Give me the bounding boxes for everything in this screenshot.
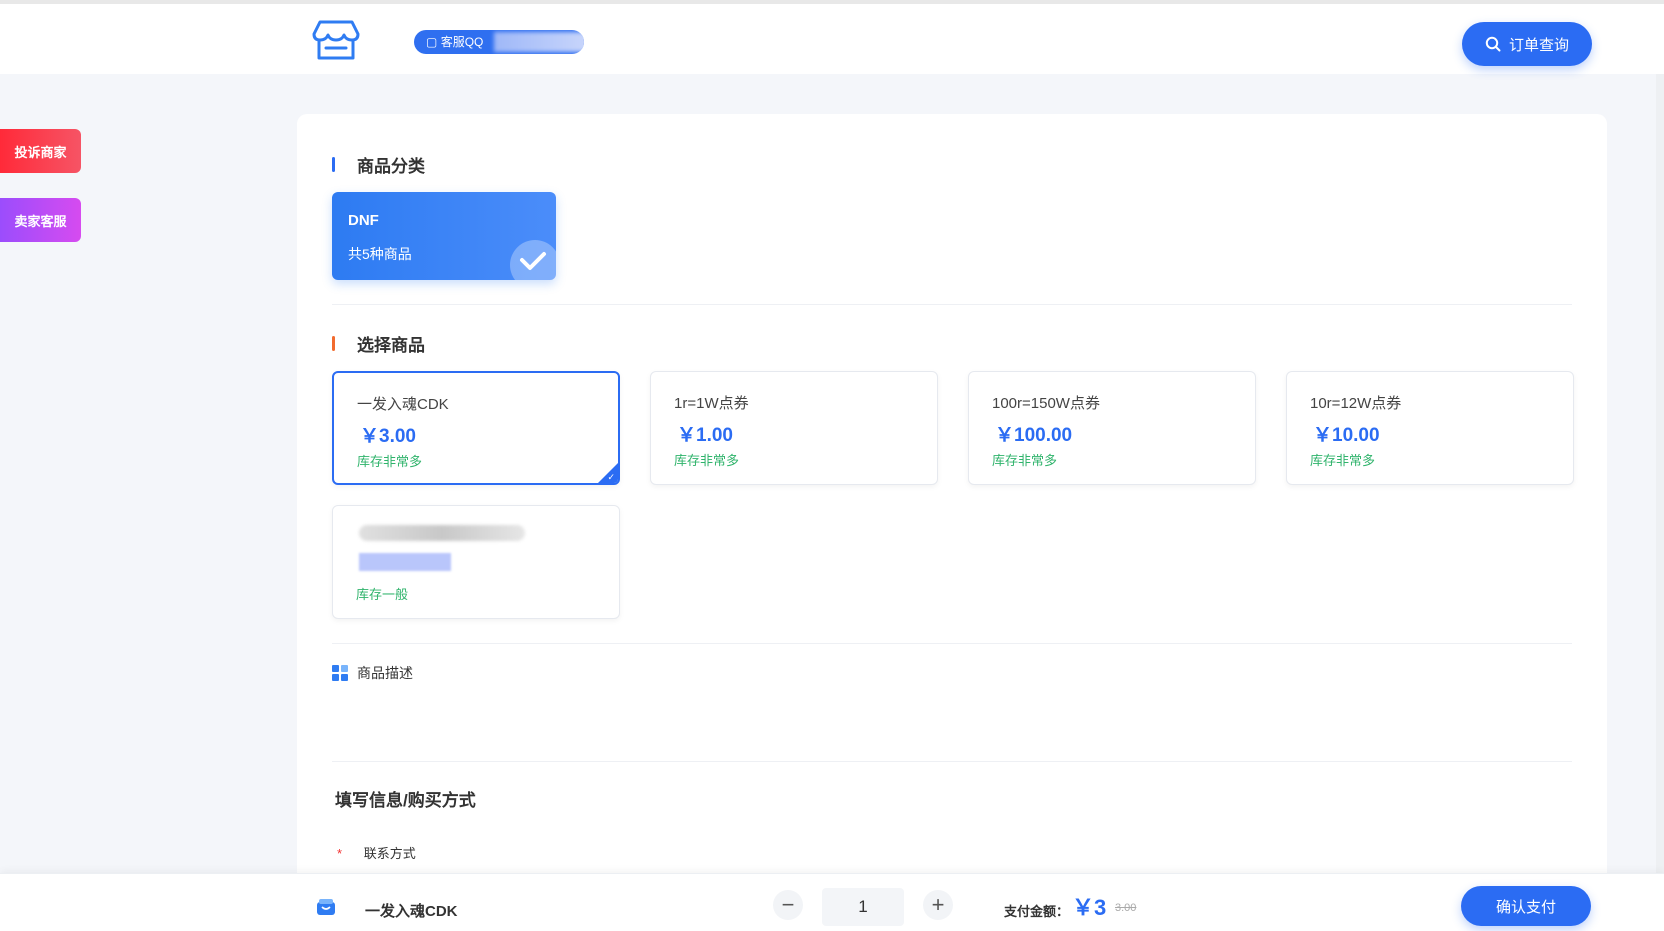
service-label: 卖家客服 bbox=[14, 213, 67, 229]
pay-amount-label: 支付金额： bbox=[1004, 904, 1070, 919]
divider bbox=[332, 761, 1572, 762]
complain-label: 投诉商家 bbox=[14, 144, 67, 160]
contact-label: 联系方式 bbox=[363, 846, 416, 861]
confirm-pay-button[interactable]: 确认支付 bbox=[1461, 886, 1591, 926]
product-name: 10r=12W点券 bbox=[1310, 395, 1402, 412]
selected-product-name: 一发入魂CDK bbox=[365, 903, 458, 920]
quantity-input[interactable] bbox=[822, 888, 904, 926]
original-price: 3.00 bbox=[1115, 902, 1137, 914]
form-title: 填写信息/购买方式 bbox=[335, 791, 476, 810]
qq-label: 客服QQ bbox=[440, 35, 484, 49]
order-query-label: 订单查询 bbox=[1508, 36, 1569, 54]
scrollbar[interactable] bbox=[1656, 74, 1664, 873]
category-title: 商品分类 bbox=[357, 157, 425, 176]
complain-merchant-button[interactable]: 投诉商家 bbox=[0, 129, 81, 173]
redacted-qq-number bbox=[494, 32, 584, 52]
store-icon[interactable] bbox=[312, 18, 360, 62]
product-name: 一发入魂CDK bbox=[357, 396, 449, 413]
product-stock: 库存非常多 bbox=[1310, 453, 1376, 468]
redacted-product-price bbox=[359, 553, 451, 571]
description-label: 商品描述 bbox=[357, 665, 413, 681]
order-query-button[interactable]: 订单查询 bbox=[1462, 22, 1592, 66]
divider bbox=[332, 304, 1572, 305]
redacted-product-name bbox=[359, 525, 525, 541]
product-price: ￥1.00 bbox=[677, 425, 733, 446]
product-card[interactable]: 1r=1W点券 ￥1.00 库存非常多 bbox=[650, 371, 938, 485]
product-stock: 库存非常多 bbox=[357, 454, 423, 469]
product-price: ￥100.00 bbox=[995, 425, 1073, 446]
chat-icon: ▢ bbox=[426, 35, 438, 49]
category-count: 共5种商品 bbox=[348, 246, 412, 262]
description-title: 商品描述 bbox=[332, 663, 413, 683]
product-card[interactable]: 库存一般 bbox=[332, 505, 620, 619]
product-card[interactable]: 一发入魂CDK ￥3.00 库存非常多 ✓ bbox=[332, 371, 620, 485]
product-stock: 库存非常多 bbox=[674, 453, 740, 468]
divider bbox=[332, 643, 1572, 644]
section-marker bbox=[332, 336, 335, 351]
qq-service-badge[interactable]: ▢ 客服QQ bbox=[414, 30, 584, 54]
check-icon bbox=[510, 240, 556, 280]
product-stock: 库存一般 bbox=[356, 587, 409, 602]
product-card[interactable]: 100r=150W点券 ￥100.00 库存非常多 bbox=[968, 371, 1256, 485]
products-title: 选择商品 bbox=[357, 336, 425, 355]
search-icon bbox=[1485, 36, 1501, 52]
checkout-bar: 一发入魂CDK − + 支付金额： ￥3 3.00 确认支付 bbox=[0, 873, 1664, 931]
product-card[interactable]: 10r=12W点券 ￥10.00 库存非常多 bbox=[1286, 371, 1574, 485]
header: ▢ 客服QQ 订单查询 bbox=[0, 0, 1664, 74]
product-section-title: 选择商品 bbox=[332, 331, 425, 356]
grid-icon bbox=[332, 665, 348, 681]
required-mark: * bbox=[337, 846, 343, 861]
increase-quantity-button[interactable]: + bbox=[923, 890, 953, 920]
main-card: 商品分类 DNF 共5种商品 选择商品 一发入魂CDK ￥3.00 库存非常多 … bbox=[297, 114, 1607, 914]
product-name: 100r=150W点券 bbox=[992, 395, 1100, 412]
category-name: DNF bbox=[348, 212, 379, 229]
product-price: ￥3.00 bbox=[360, 426, 416, 447]
category-section-title: 商品分类 bbox=[332, 152, 425, 177]
seller-service-button[interactable]: 卖家客服 bbox=[0, 198, 81, 242]
section-marker bbox=[332, 157, 335, 172]
product-name: 1r=1W点券 bbox=[674, 395, 749, 412]
category-card-dnf[interactable]: DNF 共5种商品 bbox=[332, 192, 556, 280]
decrease-quantity-button[interactable]: − bbox=[773, 890, 803, 920]
contact-field-label: * 联系方式 bbox=[337, 843, 416, 862]
bag-icon bbox=[317, 899, 335, 915]
check-icon: ✓ bbox=[607, 472, 615, 482]
product-price: ￥10.00 bbox=[1313, 425, 1380, 446]
pay-amount: ￥3 bbox=[1072, 895, 1107, 920]
product-stock: 库存非常多 bbox=[992, 453, 1058, 468]
